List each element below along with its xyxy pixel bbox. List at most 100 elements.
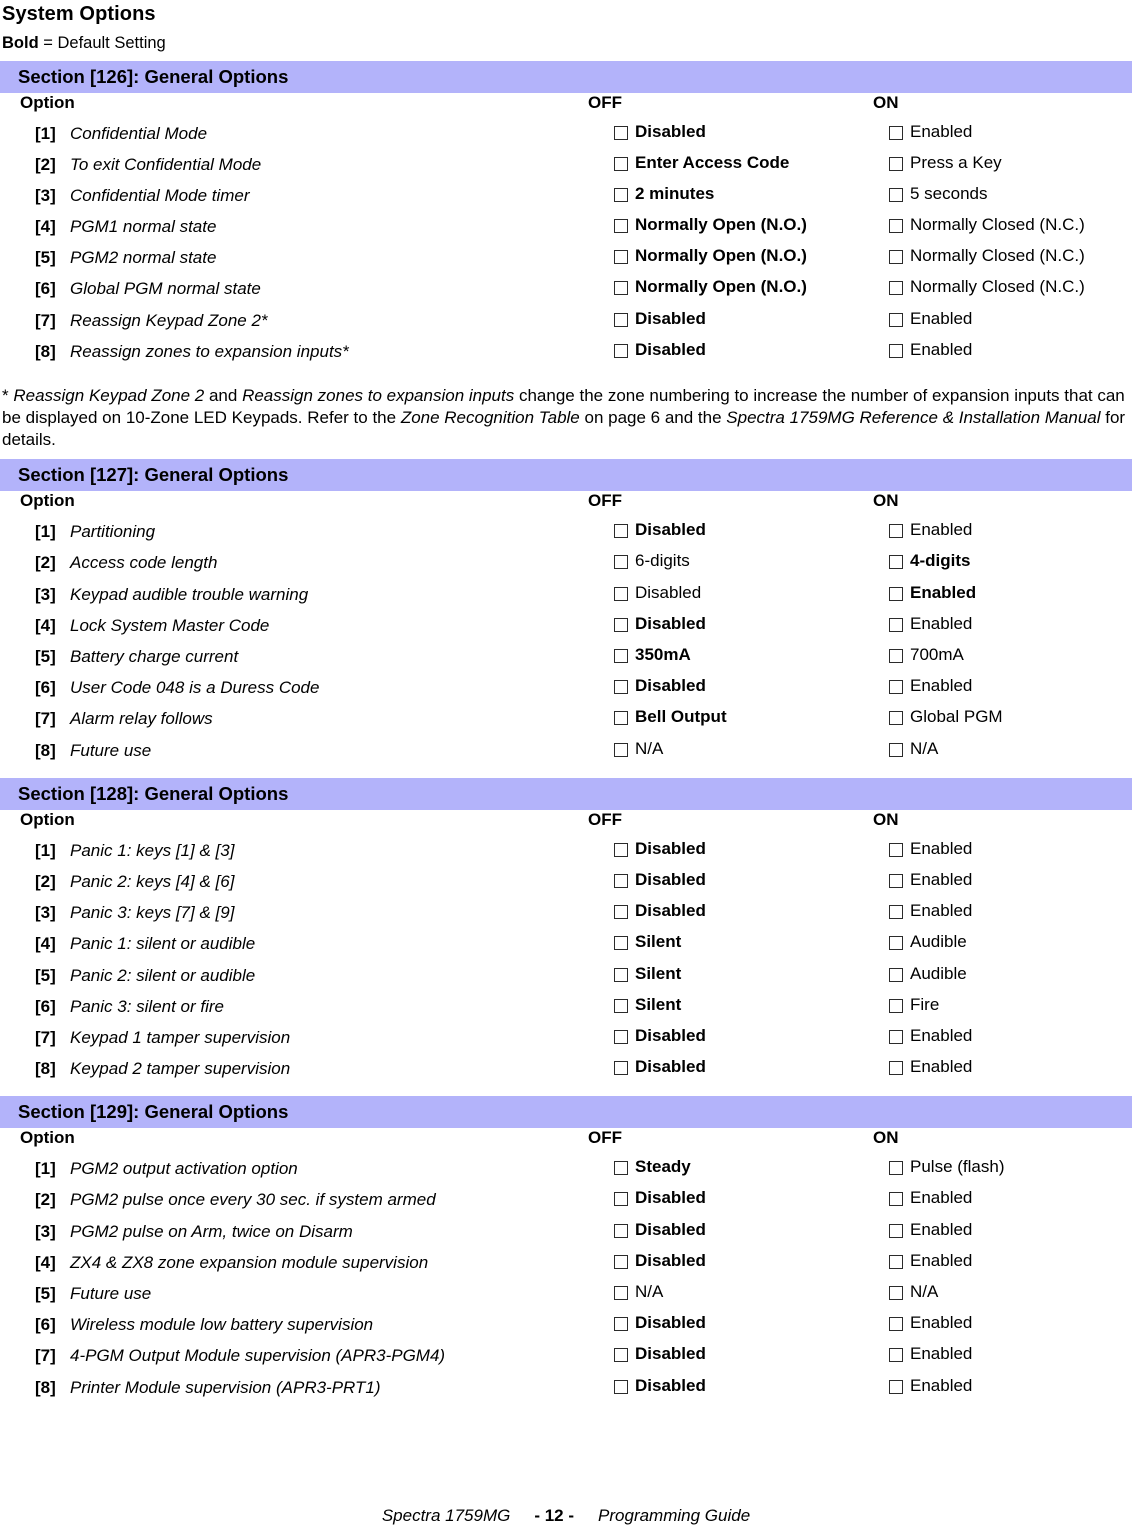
- checkbox-icon[interactable]: [614, 680, 628, 695]
- on-choice[interactable]: Enabled: [889, 1344, 972, 1364]
- on-choice[interactable]: Enabled: [889, 309, 972, 329]
- on-choice[interactable]: Enabled: [889, 340, 972, 360]
- checkbox-icon[interactable]: [889, 1192, 903, 1207]
- checkbox-icon[interactable]: [889, 1379, 903, 1394]
- checkbox-icon[interactable]: [889, 873, 903, 888]
- checkbox-icon[interactable]: [614, 936, 628, 951]
- checkbox-icon[interactable]: [614, 1029, 628, 1044]
- checkbox-icon[interactable]: [889, 1029, 903, 1044]
- checkbox-icon[interactable]: [889, 125, 903, 140]
- off-choice[interactable]: Disabled: [614, 1057, 706, 1077]
- checkbox-icon[interactable]: [889, 312, 903, 327]
- checkbox-icon[interactable]: [889, 1317, 903, 1332]
- off-choice[interactable]: Silent: [614, 932, 681, 952]
- checkbox-icon[interactable]: [889, 617, 903, 632]
- checkbox-icon[interactable]: [889, 711, 903, 726]
- checkbox-icon[interactable]: [889, 586, 903, 601]
- checkbox-icon[interactable]: [614, 1254, 628, 1269]
- checkbox-icon[interactable]: [614, 219, 628, 234]
- checkbox-icon[interactable]: [614, 343, 628, 358]
- checkbox-icon[interactable]: [614, 555, 628, 570]
- on-choice[interactable]: Enabled: [889, 1376, 972, 1396]
- checkbox-icon[interactable]: [889, 156, 903, 171]
- checkbox-icon[interactable]: [614, 998, 628, 1013]
- checkbox-icon[interactable]: [889, 524, 903, 539]
- off-choice[interactable]: Silent: [614, 964, 681, 984]
- checkbox-icon[interactable]: [889, 905, 903, 920]
- on-choice[interactable]: 5 seconds: [889, 184, 988, 204]
- off-choice[interactable]: Disabled: [614, 1251, 706, 1271]
- checkbox-icon[interactable]: [614, 711, 628, 726]
- checkbox-icon[interactable]: [614, 617, 628, 632]
- checkbox-icon[interactable]: [889, 680, 903, 695]
- checkbox-icon[interactable]: [614, 905, 628, 920]
- checkbox-icon[interactable]: [889, 1254, 903, 1269]
- off-choice[interactable]: Disabled: [614, 839, 706, 859]
- off-choice[interactable]: Disabled: [614, 1026, 706, 1046]
- off-choice[interactable]: Disabled: [614, 870, 706, 890]
- checkbox-icon[interactable]: [889, 967, 903, 982]
- off-choice[interactable]: Disabled: [614, 309, 706, 329]
- on-choice[interactable]: Enabled: [889, 839, 972, 859]
- checkbox-icon[interactable]: [889, 281, 903, 296]
- off-choice[interactable]: Disabled: [614, 1344, 706, 1364]
- on-choice[interactable]: Press a Key: [889, 153, 1002, 173]
- off-choice[interactable]: Disabled: [614, 614, 706, 634]
- off-choice[interactable]: Disabled: [614, 122, 706, 142]
- off-choice[interactable]: Disabled: [614, 1313, 706, 1333]
- on-choice[interactable]: Enabled: [889, 583, 976, 603]
- on-choice[interactable]: Audible: [889, 964, 967, 984]
- checkbox-icon[interactable]: [614, 524, 628, 539]
- off-choice[interactable]: Disabled: [614, 1188, 706, 1208]
- on-choice[interactable]: Enabled: [889, 122, 972, 142]
- checkbox-icon[interactable]: [614, 649, 628, 664]
- on-choice[interactable]: Enabled: [889, 1026, 972, 1046]
- off-choice[interactable]: Disabled: [614, 340, 706, 360]
- on-choice[interactable]: Enabled: [889, 1188, 972, 1208]
- on-choice[interactable]: N/A: [889, 1282, 938, 1302]
- checkbox-icon[interactable]: [889, 649, 903, 664]
- checkbox-icon[interactable]: [614, 125, 628, 140]
- off-choice[interactable]: Disabled: [614, 1220, 706, 1240]
- off-choice[interactable]: Disabled: [614, 520, 706, 540]
- on-choice[interactable]: Fire: [889, 995, 939, 1015]
- on-choice[interactable]: N/A: [889, 739, 938, 759]
- checkbox-icon[interactable]: [614, 742, 628, 757]
- on-choice[interactable]: 700mA: [889, 645, 964, 665]
- on-choice[interactable]: Audible: [889, 932, 967, 952]
- on-choice[interactable]: Enabled: [889, 1220, 972, 1240]
- checkbox-icon[interactable]: [889, 187, 903, 202]
- off-choice[interactable]: Steady: [614, 1157, 691, 1177]
- checkbox-icon[interactable]: [889, 936, 903, 951]
- checkbox-icon[interactable]: [614, 312, 628, 327]
- on-choice[interactable]: Enabled: [889, 676, 972, 696]
- on-choice[interactable]: Normally Closed (N.C.): [889, 277, 1085, 297]
- checkbox-icon[interactable]: [889, 219, 903, 234]
- checkbox-icon[interactable]: [889, 1061, 903, 1076]
- off-choice[interactable]: N/A: [614, 739, 663, 759]
- off-choice[interactable]: Bell Output: [614, 707, 727, 727]
- checkbox-icon[interactable]: [614, 1161, 628, 1176]
- checkbox-icon[interactable]: [889, 1286, 903, 1301]
- checkbox-icon[interactable]: [614, 281, 628, 296]
- checkbox-icon[interactable]: [614, 250, 628, 265]
- checkbox-icon[interactable]: [614, 1286, 628, 1301]
- off-choice[interactable]: Disabled: [614, 583, 701, 603]
- off-choice[interactable]: Disabled: [614, 676, 706, 696]
- checkbox-icon[interactable]: [614, 967, 628, 982]
- checkbox-icon[interactable]: [889, 1161, 903, 1176]
- checkbox-icon[interactable]: [614, 1317, 628, 1332]
- on-choice[interactable]: Enabled: [889, 1313, 972, 1333]
- off-choice[interactable]: Disabled: [614, 901, 706, 921]
- on-choice[interactable]: Enabled: [889, 614, 972, 634]
- on-choice[interactable]: Enabled: [889, 1251, 972, 1271]
- off-choice[interactable]: Normally Open (N.O.): [614, 215, 807, 235]
- checkbox-icon[interactable]: [889, 250, 903, 265]
- checkbox-icon[interactable]: [614, 1192, 628, 1207]
- checkbox-icon[interactable]: [614, 873, 628, 888]
- off-choice[interactable]: Normally Open (N.O.): [614, 277, 807, 297]
- on-choice[interactable]: Pulse (flash): [889, 1157, 1004, 1177]
- checkbox-icon[interactable]: [614, 187, 628, 202]
- checkbox-icon[interactable]: [614, 586, 628, 601]
- off-choice[interactable]: Normally Open (N.O.): [614, 246, 807, 266]
